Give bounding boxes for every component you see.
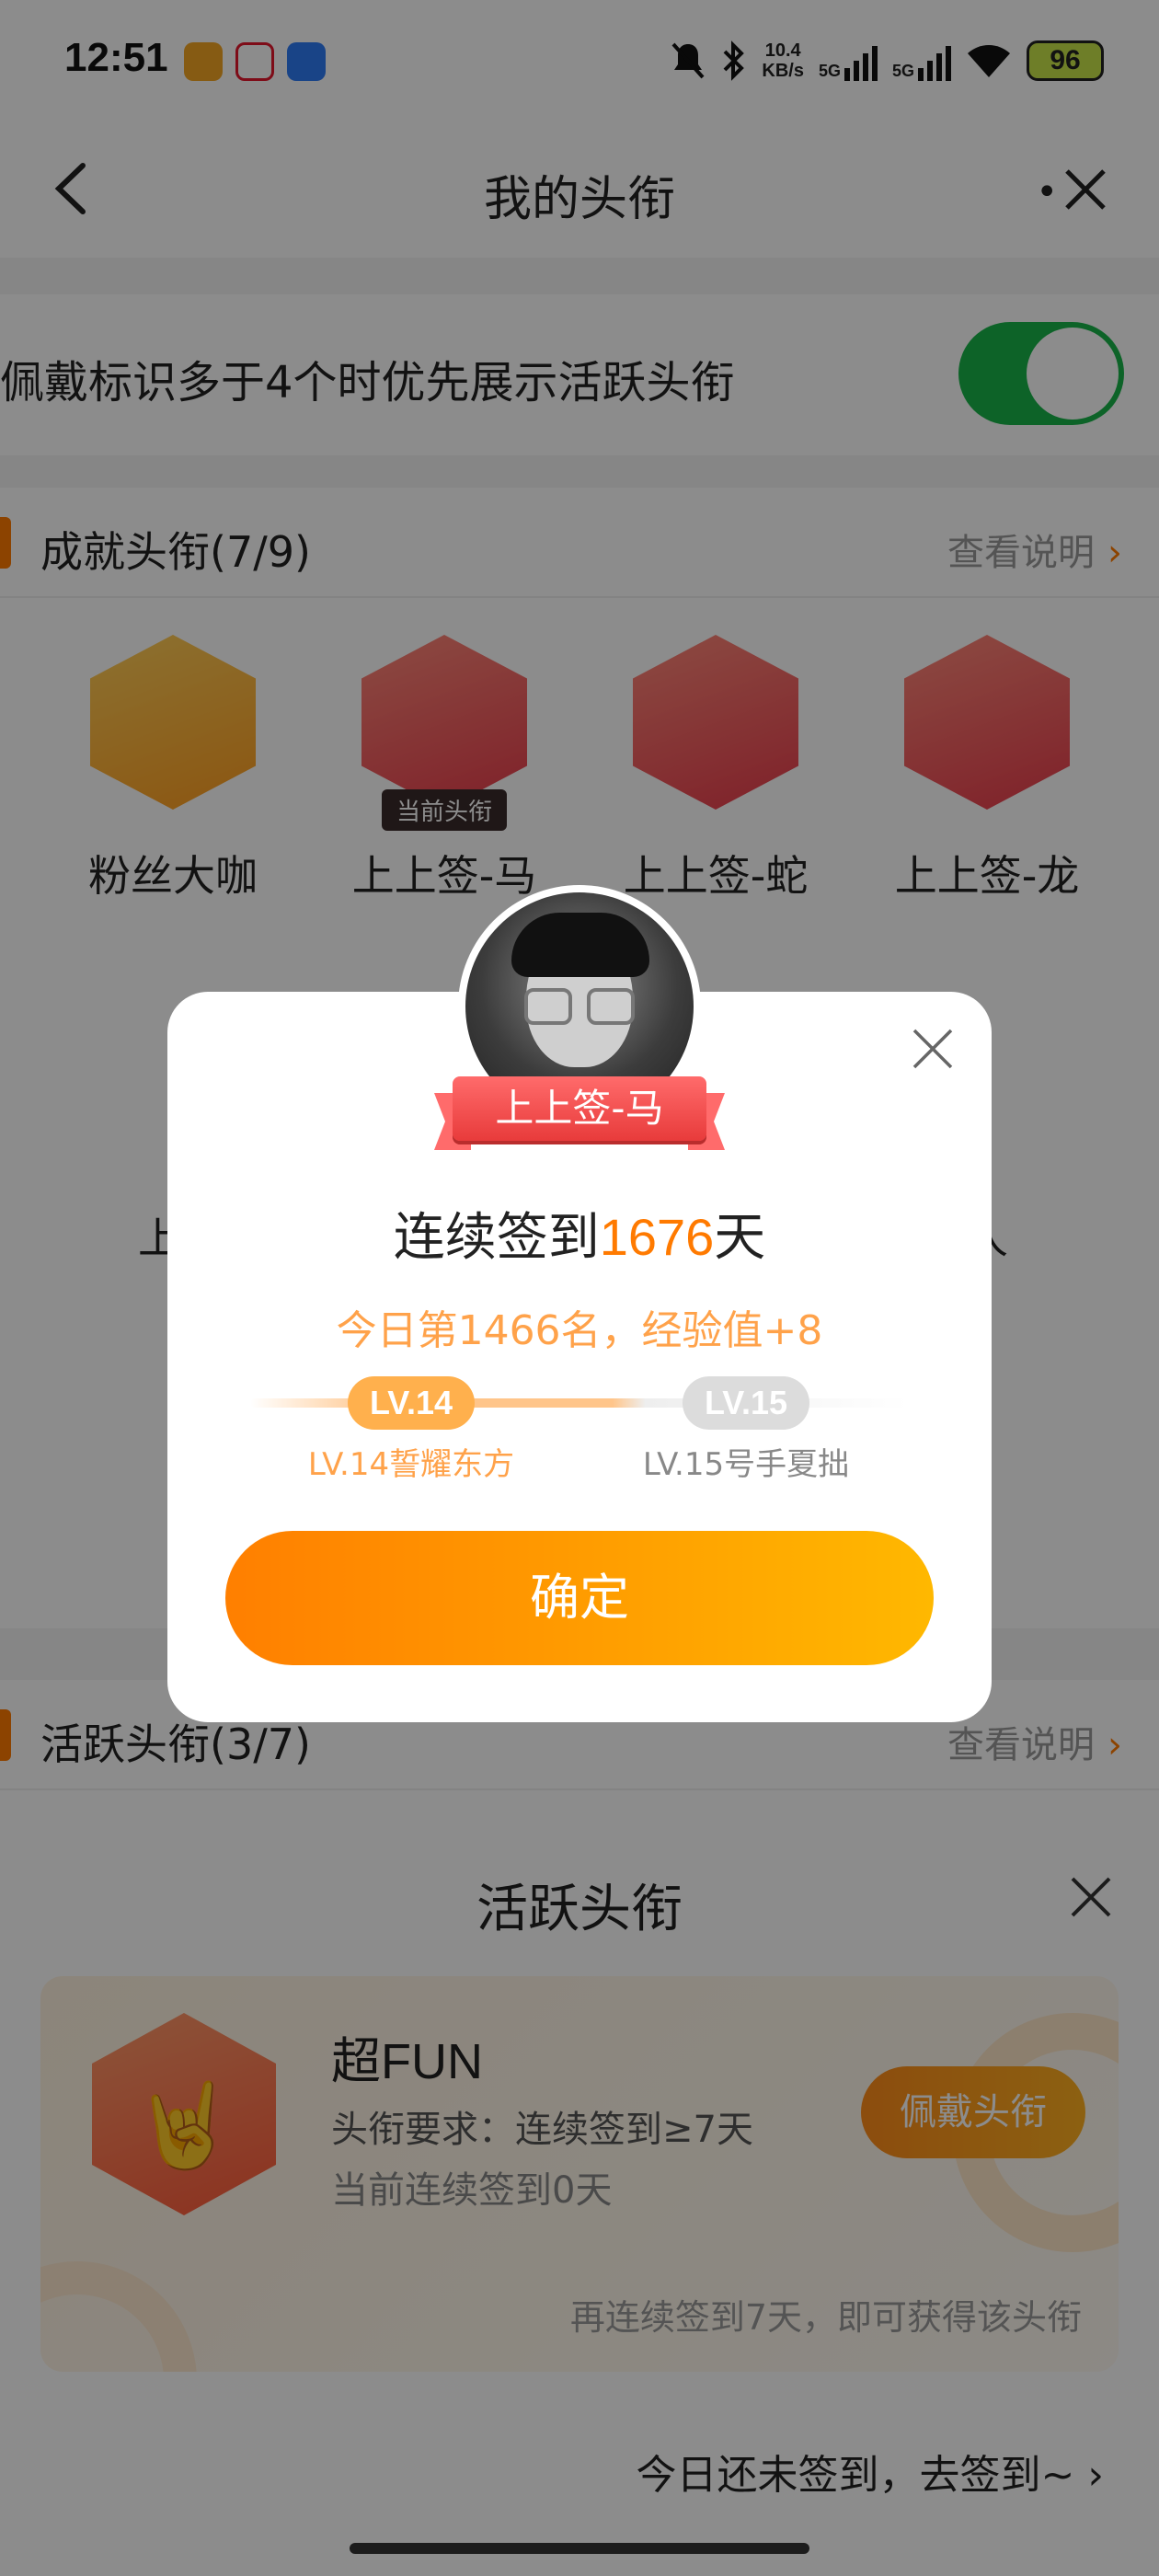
dialog-close-icon[interactable] bbox=[909, 1025, 957, 1073]
ribbon-label: 上上签-马 bbox=[453, 1076, 706, 1141]
next-level-pill: LV.15 bbox=[683, 1376, 809, 1430]
streak-text: 连续签到1676天 bbox=[393, 1208, 766, 1268]
current-level-pill: LV.14 bbox=[348, 1376, 475, 1430]
avatar-hair bbox=[511, 913, 649, 977]
current-level-caption: LV.14誓耀东方 bbox=[307, 1446, 515, 1483]
streak-days: 1676 bbox=[599, 1208, 715, 1266]
rank-text: 今日第1466名，经验值+8 bbox=[336, 1307, 823, 1354]
confirm-button[interactable]: 确定 bbox=[225, 1531, 934, 1665]
avatar-glasses-right bbox=[587, 988, 635, 1025]
next-level-caption: LV.15号手夏拙 bbox=[642, 1446, 850, 1483]
avatar-glasses-left bbox=[524, 988, 572, 1025]
title-ribbon: 上上签-马 bbox=[434, 1076, 725, 1152]
